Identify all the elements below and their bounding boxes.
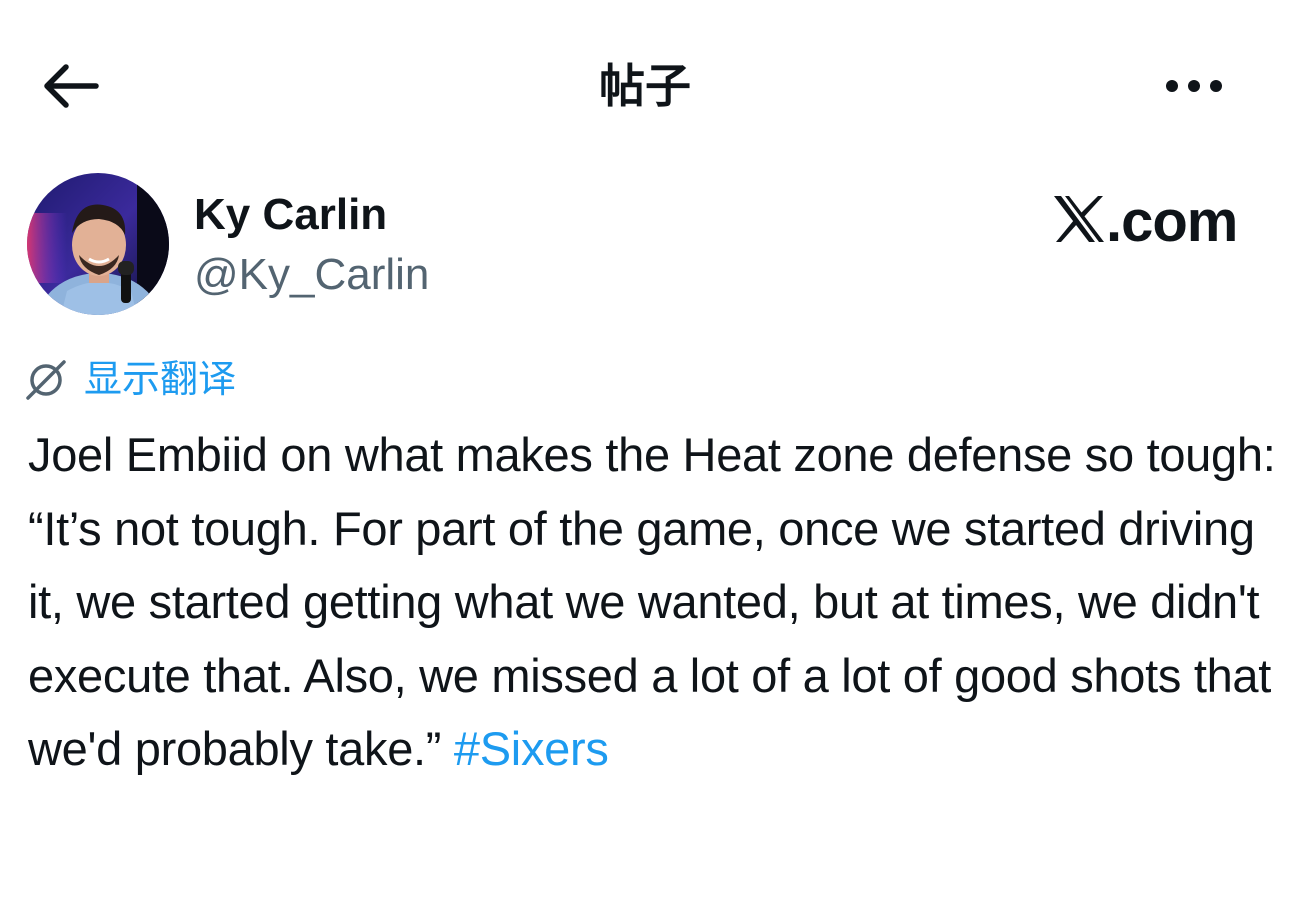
back-button[interactable] bbox=[40, 58, 104, 114]
author-handle[interactable]: @Ky_Carlin bbox=[194, 248, 429, 302]
post-body: Joel Embiid on what makes the Heat zone … bbox=[28, 418, 1278, 786]
author-avatar[interactable] bbox=[27, 173, 169, 315]
more-horizontal-icon bbox=[1166, 80, 1222, 92]
x-com-watermark: .com bbox=[1050, 190, 1250, 254]
page-title: 帖子 bbox=[599, 60, 691, 112]
brand-domain-text: .com bbox=[1106, 189, 1238, 254]
x-logo-icon bbox=[1054, 196, 1104, 242]
hashtag-link[interactable]: #Sixers bbox=[454, 722, 609, 775]
top-bar: 帖子 bbox=[0, 0, 1290, 170]
arrow-left-icon bbox=[44, 64, 99, 108]
author-name[interactable]: Ky Carlin bbox=[194, 188, 387, 242]
more-options-button[interactable] bbox=[1160, 62, 1228, 110]
show-translation-label: 显示翻译 bbox=[84, 357, 237, 401]
avatar-photo bbox=[27, 173, 169, 315]
translate-globe-icon bbox=[26, 360, 66, 400]
post-text: Joel Embiid on what makes the Heat zone … bbox=[28, 428, 1276, 775]
